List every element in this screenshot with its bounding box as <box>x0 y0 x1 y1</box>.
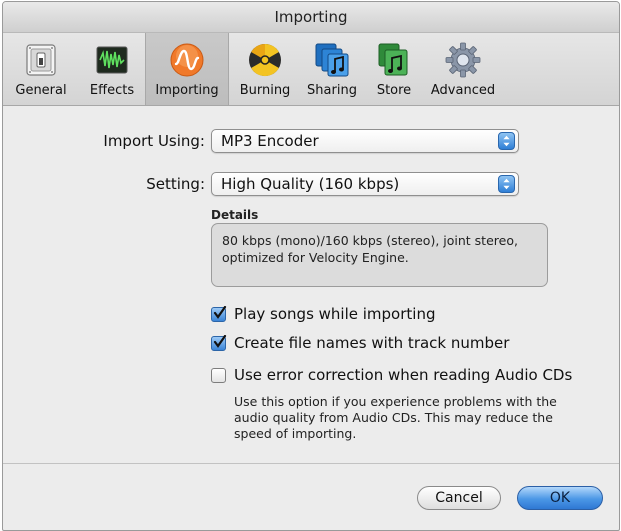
popup-arrows-icon <box>498 175 515 193</box>
tab-burning-label: Burning <box>239 83 291 98</box>
effects-waveform-icon <box>96 46 128 74</box>
setting-popup[interactable]: High Quality (160 kbps) <box>211 172 519 196</box>
tab-advanced[interactable]: Advanced <box>423 33 503 105</box>
play-songs-label[interactable]: Play songs while importing <box>234 305 435 323</box>
tab-advanced-label: Advanced <box>430 83 496 98</box>
setting-value: High Quality (160 kbps) <box>221 175 400 193</box>
track-number-label[interactable]: Create file names with track number <box>234 334 509 352</box>
tab-general[interactable]: General <box>3 33 79 105</box>
store-music-icon <box>378 43 408 76</box>
import-using-label: Import Using: <box>103 132 205 150</box>
checkmark-icon <box>213 306 227 319</box>
details-box: 80 kbps (mono)/160 kbps (stereo), joint … <box>211 223 548 287</box>
import-using-value: MP3 Encoder <box>221 132 319 150</box>
tab-store[interactable]: Store <box>365 33 423 105</box>
error-correction-checkbox[interactable] <box>211 368 226 383</box>
setting-label: Setting: <box>146 175 205 193</box>
tab-effects[interactable]: Effects <box>79 33 145 105</box>
cancel-button[interactable]: Cancel <box>417 486 501 510</box>
error-correction-help: Use this option if you experience proble… <box>234 394 557 441</box>
track-number-checkbox[interactable] <box>211 335 227 351</box>
tab-importing-label: Importing <box>155 83 219 98</box>
tab-sharing[interactable]: Sharing <box>299 33 365 105</box>
preferences-window: Importing General Effects Importing Burn… <box>2 1 620 531</box>
details-heading: Details <box>211 208 259 222</box>
tab-store-label: Store <box>376 83 412 98</box>
play-songs-checkbox[interactable] <box>211 306 227 322</box>
tab-general-label: General <box>15 83 67 98</box>
error-correction-label[interactable]: Use error correction when reading Audio … <box>234 366 572 384</box>
general-switch-icon <box>26 44 56 76</box>
tab-importing[interactable]: Importing <box>145 33 229 105</box>
import-using-popup[interactable]: MP3 Encoder <box>211 129 519 153</box>
importing-pane: Import Using: MP3 Encoder Setting: High … <box>3 106 619 458</box>
tab-burning[interactable]: Burning <box>231 33 299 105</box>
button-bar: Cancel OK <box>3 464 619 530</box>
tab-effects-label: Effects <box>89 83 135 98</box>
ok-button[interactable]: OK <box>517 486 603 510</box>
burning-disc-icon <box>249 43 281 77</box>
preferences-toolbar: General Effects Importing Burning Sharin… <box>3 33 619 106</box>
importing-waveform-icon <box>170 43 204 77</box>
window-title: Importing <box>3 2 619 33</box>
checkmark-icon <box>213 335 227 348</box>
tab-sharing-label: Sharing <box>307 83 357 98</box>
sharing-music-icon <box>315 43 349 77</box>
popup-arrows-icon <box>498 132 515 150</box>
advanced-gear-icon <box>445 42 481 78</box>
